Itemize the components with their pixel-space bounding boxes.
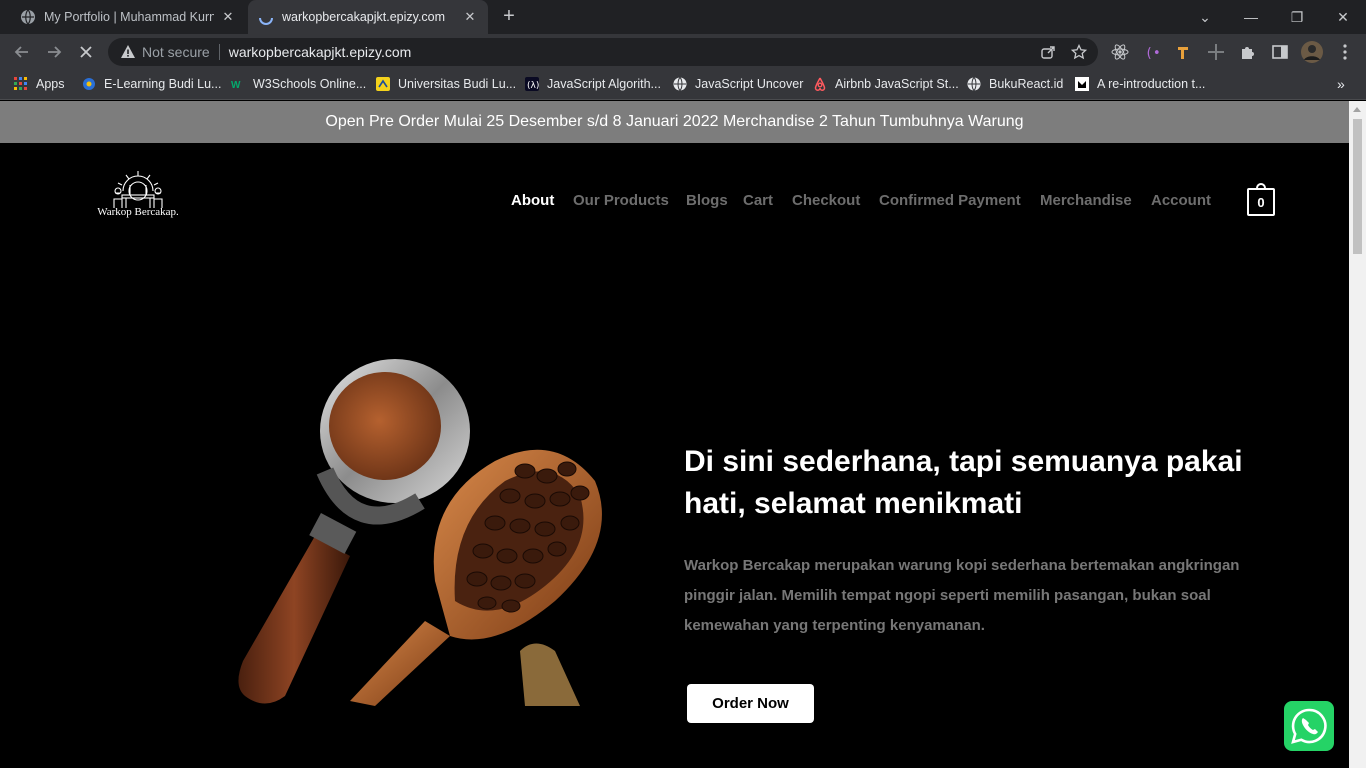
js-algorithm-icon: (λ) — [525, 77, 539, 91]
nav-account[interactable]: Account — [1151, 192, 1211, 209]
hero-description: Warkop Bercakap merupakan warung kopi se… — [684, 557, 1240, 634]
close-icon — [80, 46, 92, 58]
bookmark-label: W3Schools Online... — [253, 77, 367, 91]
close-window-button[interactable]: ✕ — [1320, 0, 1366, 34]
forward-button[interactable] — [40, 38, 68, 66]
extension-ruler-icon[interactable] — [1207, 43, 1225, 61]
bookmark-label: A re-introduction t... — [1097, 77, 1206, 91]
airbnb-icon — [814, 77, 826, 91]
tab-title: My Portfolio | Muhammad Kurnia — [44, 10, 214, 24]
elearning-icon — [83, 78, 95, 90]
loading-spinner-icon — [259, 17, 273, 25]
url-text[interactable]: warkopbercakapjkt.epizy.com — [229, 44, 412, 60]
svg-text:(•): (•) — [1145, 46, 1161, 61]
apps-grid-icon — [14, 77, 27, 90]
globe-icon — [21, 9, 35, 25]
bookmark-label: BukuReact.id — [989, 77, 1064, 91]
nav-merchandise[interactable]: Merchandise — [1040, 192, 1132, 209]
extension-hammer-icon[interactable] — [1175, 43, 1193, 61]
bookmark-label: E-Learning Budi Lu... — [104, 77, 222, 91]
close-tab-icon[interactable]: ✕ — [220, 9, 236, 25]
announcement-bar: Open Pre Order Mulai 25 Desember s/d 8 J… — [0, 101, 1349, 143]
share-icon[interactable] — [1040, 44, 1056, 60]
globe-icon — [967, 77, 981, 91]
site-logo[interactable] — [88, 165, 188, 229]
shopping-bag-icon — [1256, 183, 1266, 190]
svg-text:W: W — [231, 80, 241, 91]
bookmarks-overflow-button[interactable]: » — [1337, 70, 1345, 98]
browser-menu-icon[interactable] — [1331, 38, 1359, 66]
new-tab-button[interactable]: + — [498, 5, 520, 27]
graphql-extension-icon[interactable]: (•) — [1143, 43, 1161, 61]
mdn-icon — [1075, 77, 1089, 91]
tab-strip: My Portfolio | Muhammad Kurnia ✕ warkopb… — [0, 0, 1366, 34]
bookmark-university[interactable]: Universitas Budi Lu... — [376, 70, 516, 98]
bookmark-js-algorithm[interactable]: (λ) JavaScript Algorith... — [525, 70, 661, 98]
university-icon — [376, 77, 390, 91]
arrow-left-icon — [14, 46, 28, 58]
tab-warkop[interactable]: warkopbercakapjkt.epizy.com ✕ — [248, 0, 488, 34]
divider — [218, 44, 220, 60]
bookmark-label: Universitas Budi Lu... — [398, 77, 517, 91]
bookmark-label: JavaScript Algorith... — [547, 77, 661, 91]
w3schools-icon: W — [231, 80, 241, 91]
minimize-button[interactable]: — — [1228, 0, 1274, 34]
page-scrollbar[interactable] — [1349, 101, 1366, 768]
arrow-right-icon — [48, 46, 62, 58]
bookmark-label: Apps — [36, 77, 65, 91]
nav-confirmed-payment[interactable]: Confirmed Payment — [879, 192, 1021, 209]
bookmark-bukureact[interactable]: BukuReact.id — [967, 70, 1063, 98]
scroll-up-arrow[interactable] — [1353, 107, 1361, 112]
restore-button[interactable]: ❐ — [1274, 0, 1320, 34]
side-panel-icon[interactable] — [1271, 43, 1289, 61]
scrollbar-thumb[interactable] — [1353, 119, 1362, 254]
whatsapp-icon — [1291, 708, 1327, 744]
nav-blogs[interactable]: Blogs — [686, 192, 728, 209]
cart-button[interactable]: 0 — [1247, 183, 1275, 216]
bookmark-apps[interactable]: Apps — [14, 70, 65, 98]
logo-text: Warkop Bercakap. — [97, 206, 179, 218]
hero-headline: Di sini sederhana, tapi semuanya pakai h… — [684, 445, 1243, 520]
browser-toolbar: Not secure warkopbercakapjkt.epizy.com (… — [0, 34, 1366, 70]
tab-portfolio[interactable]: My Portfolio | Muhammad Kurnia ✕ — [10, 0, 246, 34]
back-button[interactable] — [8, 38, 36, 66]
tab-title: warkopbercakapjkt.epizy.com — [282, 10, 446, 24]
svg-text:(λ): (λ) — [527, 81, 539, 91]
bookmark-elearning[interactable]: E-Learning Budi Lu... — [82, 70, 221, 98]
nav-our-products[interactable]: Our Products — [573, 192, 669, 209]
puzzle-extensions-icon[interactable] — [1239, 43, 1257, 61]
bookmark-star-icon[interactable] — [1071, 44, 1087, 60]
react-devtools-icon[interactable] — [1111, 43, 1129, 61]
order-now-button[interactable]: Order Now — [687, 684, 814, 723]
close-tab-icon[interactable]: ✕ — [462, 9, 478, 25]
hero-coffee-image — [238, 359, 602, 706]
profile-avatar[interactable] — [1301, 41, 1323, 63]
nav-checkout[interactable]: Checkout — [792, 192, 860, 209]
bookmark-mdn[interactable]: A re-introduction t... — [1075, 70, 1205, 98]
tab-search-icon[interactable]: ⌄ — [1182, 0, 1228, 34]
whatsapp-chat-button[interactable] — [1284, 701, 1334, 751]
security-label[interactable]: Not secure — [142, 44, 210, 60]
address-bar[interactable]: Not secure warkopbercakapjkt.epizy.com — [108, 38, 1098, 66]
bookmarks-bar: Apps E-Learning Budi Lu... W W3Schools O… — [0, 70, 1366, 100]
globe-icon — [673, 77, 687, 91]
nav-cart[interactable]: Cart — [743, 192, 773, 209]
bookmark-js-uncover[interactable]: JavaScript Uncover — [673, 70, 803, 98]
web-page: Open Pre Order Mulai 25 Desember s/d 8 J… — [0, 101, 1349, 768]
bookmark-label: Airbnb JavaScript St... — [835, 77, 959, 91]
bookmark-airbnb[interactable]: Airbnb JavaScript St... — [813, 70, 959, 98]
bookmark-w3schools[interactable]: W W3Schools Online... — [231, 70, 366, 98]
stop-loading-button[interactable] — [72, 38, 100, 66]
bookmark-label: JavaScript Uncover — [695, 77, 804, 91]
warning-icon — [121, 45, 135, 58]
cart-count: 0 — [1257, 194, 1265, 210]
nav-about[interactable]: About — [511, 192, 554, 209]
